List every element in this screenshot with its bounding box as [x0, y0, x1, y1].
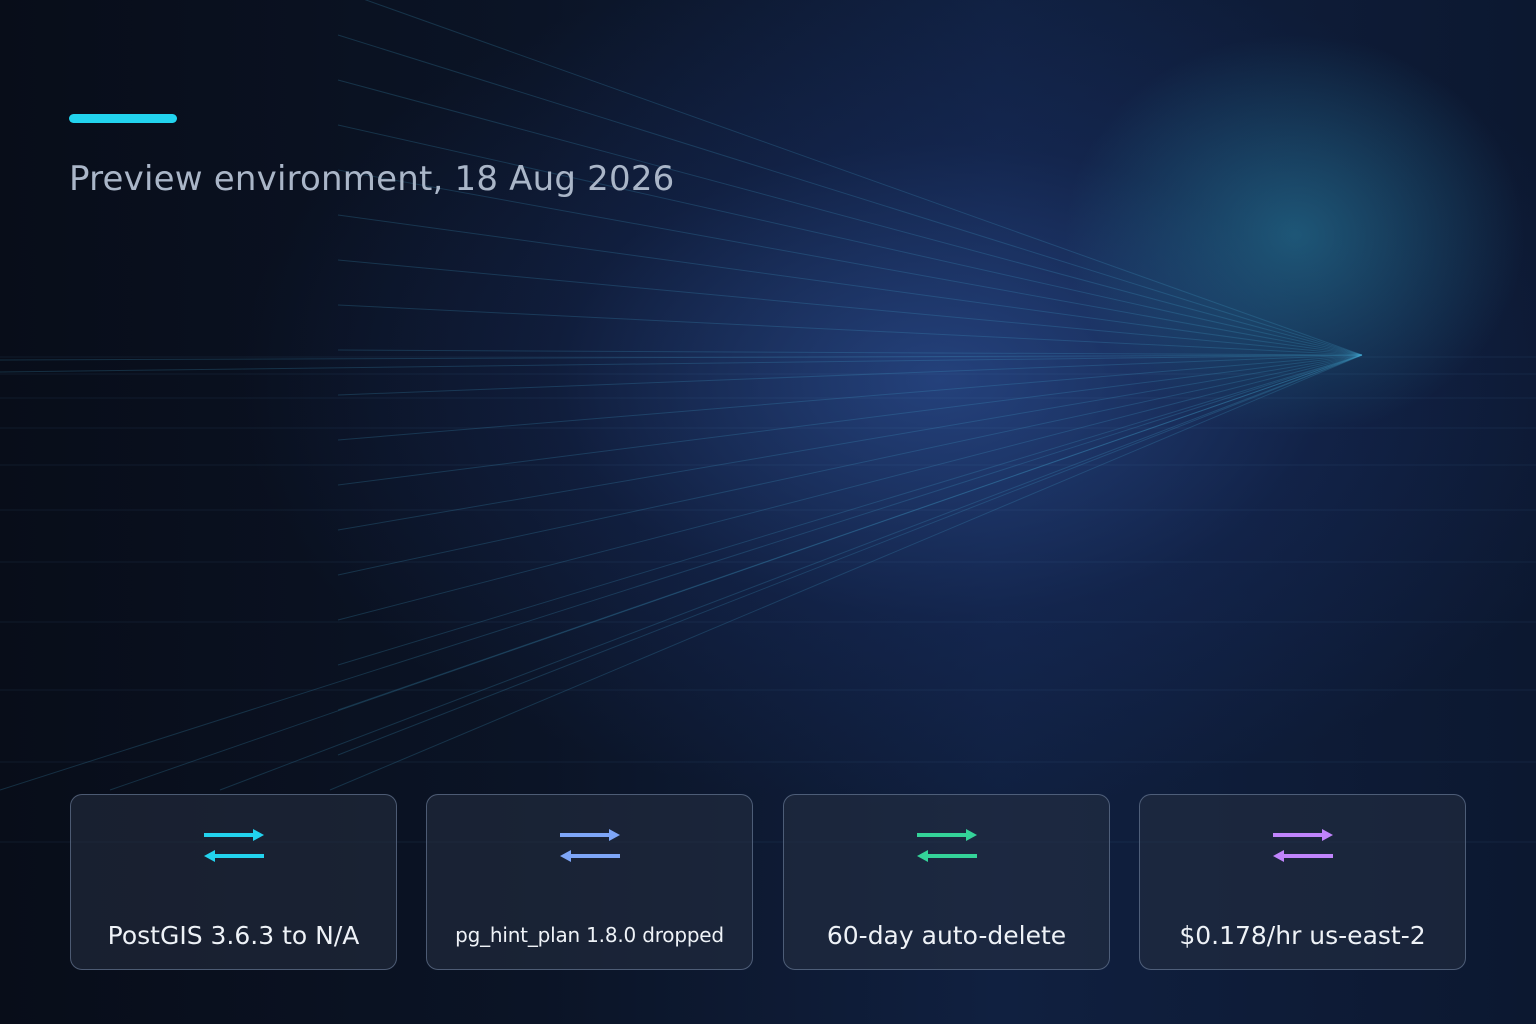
card-auto-delete: 60-day auto-delete — [783, 794, 1110, 970]
card-label: $0.178/hr us-east-2 — [1179, 921, 1426, 950]
card-label: PostGIS 3.6.3 to N/A — [107, 921, 360, 950]
card-label: 60-day auto-delete — [826, 921, 1067, 950]
swap-arrows-icon — [204, 829, 264, 862]
card-postgis: PostGIS 3.6.3 to N/A — [70, 794, 397, 970]
swap-arrows-icon — [1273, 829, 1333, 862]
slide-canvas: Preview environment, 18 Aug 2026 PostGIS… — [0, 0, 1536, 1024]
card-label: pg_hint_plan 1.8.0 dropped — [455, 923, 724, 947]
card-pg-hint-plan: pg_hint_plan 1.8.0 dropped — [426, 794, 753, 970]
subtitle: Preview environment, 18 Aug 2026 — [69, 159, 675, 199]
card-pricing: $0.178/hr us-east-2 — [1139, 794, 1466, 970]
swap-arrows-icon — [560, 829, 620, 862]
accent-bar — [69, 114, 177, 123]
swap-arrows-icon — [917, 829, 977, 862]
